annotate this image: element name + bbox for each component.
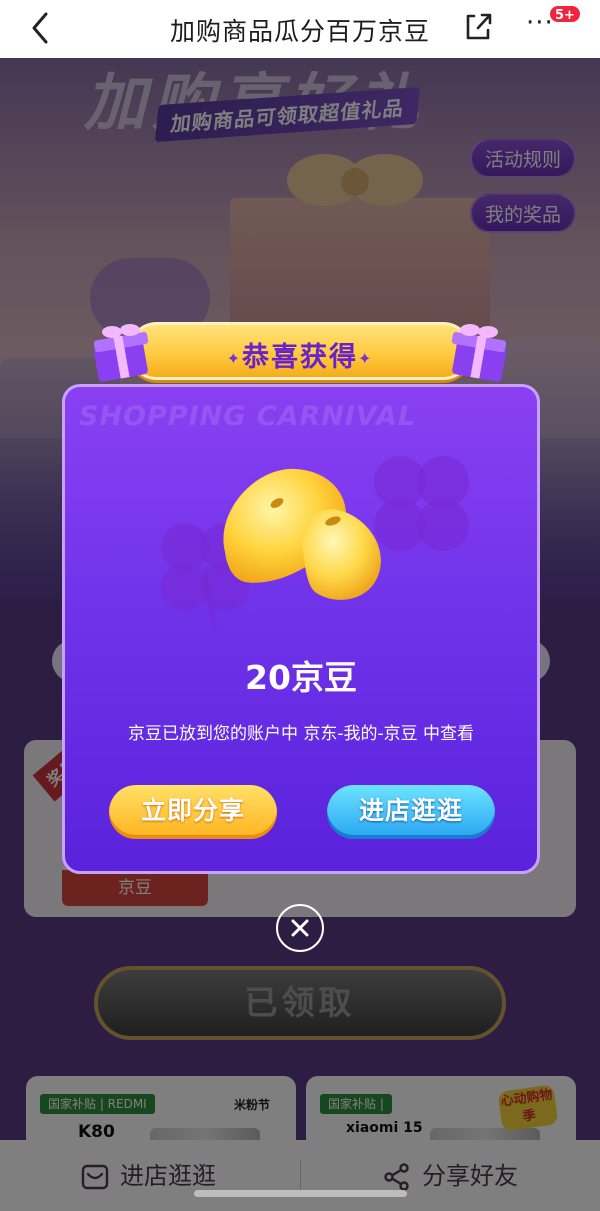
sparkle-icon: ✦ [358, 349, 374, 368]
prize-description: 京豆已放到您的账户中 京东-我的-京豆 中查看 [127, 724, 475, 744]
sparkle-icon: ✦ [226, 349, 242, 368]
notification-badge: 5+ [548, 4, 582, 24]
prize-amount: 20京豆 [245, 658, 357, 697]
gift-box-left-icon [93, 324, 149, 382]
prize-modal: SHOPPING CARNIVAL 20京豆 京豆已放到您的账户中 京东-我的-… [62, 384, 540, 874]
jd-bean-icon [223, 468, 381, 600]
top-nav-bar: 加购商品瓜分百万京豆 ··· 5+ [0, 0, 600, 58]
congrats-banner: ✦恭喜获得✦ [128, 322, 472, 380]
gift-box-right-icon [451, 324, 507, 382]
congrats-title: 恭喜获得 [242, 342, 358, 373]
shopping-carnival-watermark: SHOPPING CARNIVAL [79, 401, 417, 432]
visit-store-button[interactable]: 进店逛逛 [327, 785, 495, 839]
page-title: 加购商品瓜分百万京豆 [169, 17, 430, 46]
share-out-icon[interactable] [462, 10, 494, 42]
close-modal-icon[interactable] [276, 904, 324, 952]
home-indicator [194, 1190, 407, 1197]
share-now-button[interactable]: 立即分享 [109, 785, 277, 839]
